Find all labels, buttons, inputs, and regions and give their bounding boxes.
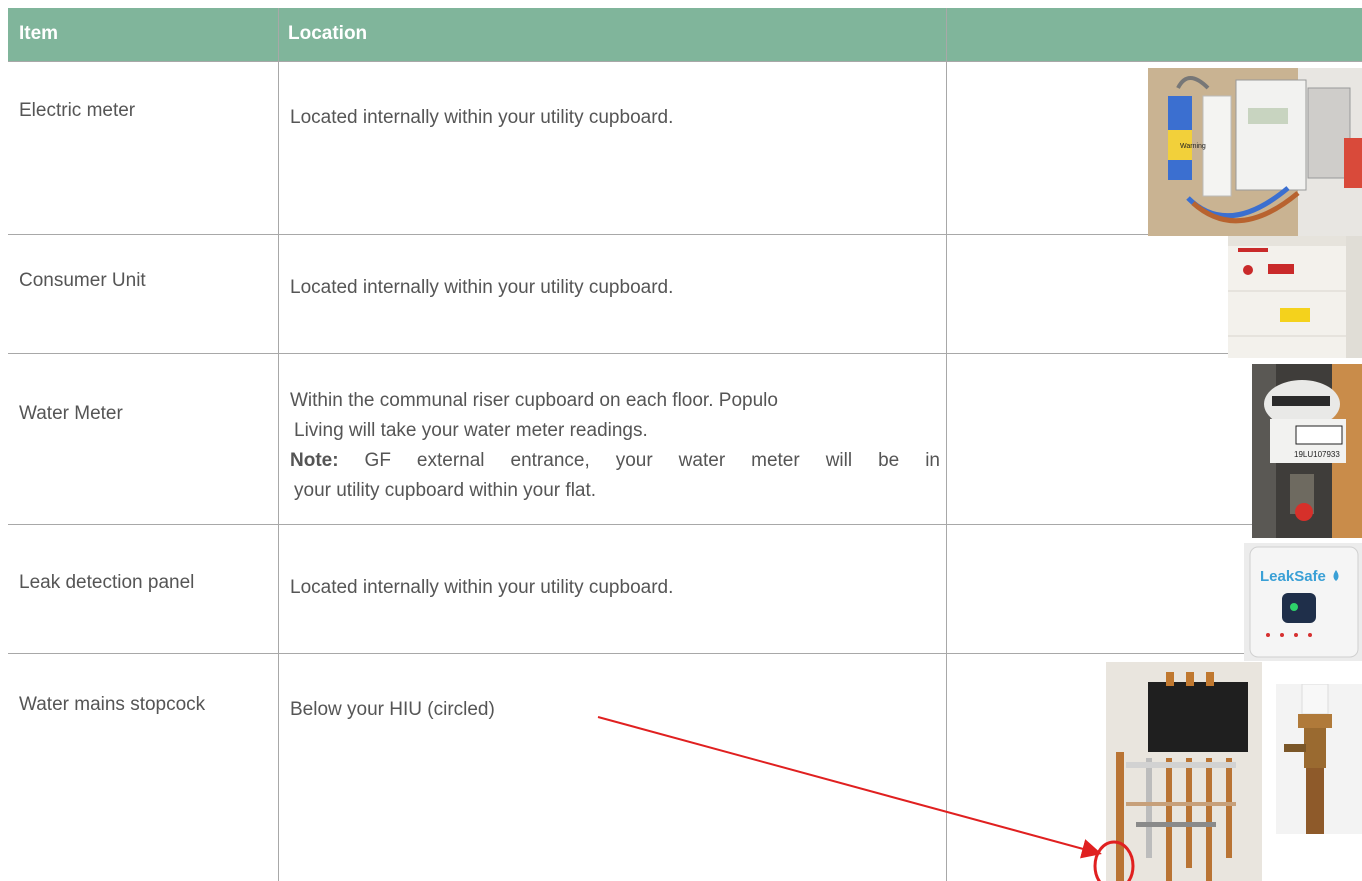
annotation-overlay — [597, 716, 1135, 881]
annotation-circle — [1093, 840, 1135, 881]
annotation-arrow — [597, 716, 1102, 859]
